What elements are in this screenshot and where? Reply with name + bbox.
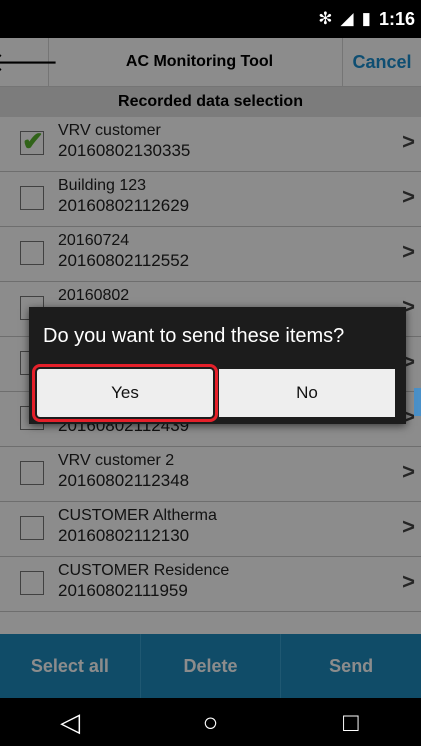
side-tab: [414, 388, 421, 416]
status-bar: ✻ ◢ ▮ 1:16: [0, 0, 421, 38]
battery-icon: ▮: [361, 9, 371, 28]
back-nav-icon[interactable]: ◁: [40, 707, 100, 738]
status-time: 1:16: [378, 8, 415, 29]
no-signal-icon: ◢: [340, 9, 354, 28]
yes-button[interactable]: Yes: [32, 364, 218, 422]
bluetooth-icon: ✻: [318, 9, 333, 28]
navigation-bar: ◁ ○ □: [0, 698, 421, 746]
recents-nav-icon[interactable]: □: [321, 707, 381, 738]
confirm-dialog: Do you want to send these items? Yes No: [29, 307, 406, 424]
no-button[interactable]: No: [219, 369, 395, 417]
dialog-message: Do you want to send these items?: [43, 325, 345, 347]
home-nav-icon[interactable]: ○: [180, 707, 240, 738]
phone-screen: ✻ ◢ ▮ 1:16 🡐 AC Monitoring Tool Cancel R…: [0, 0, 421, 746]
